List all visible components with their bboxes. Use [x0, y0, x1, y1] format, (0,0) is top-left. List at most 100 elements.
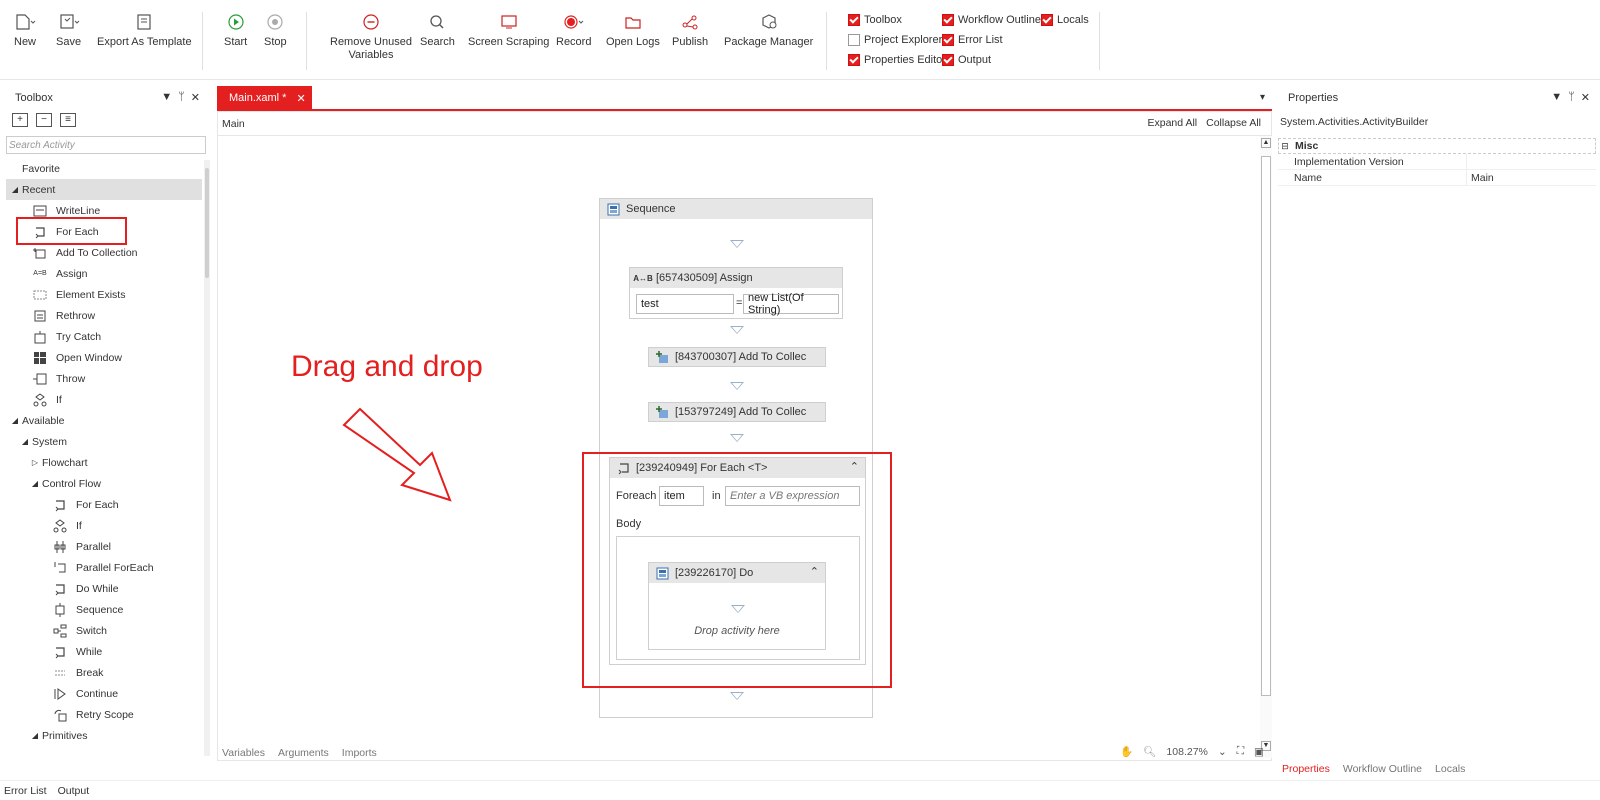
dropdown-icon[interactable]: ▼	[161, 91, 172, 104]
pin-icon[interactable]: ᛘ	[1568, 91, 1575, 104]
overview-icon[interactable]: ▣	[1254, 746, 1264, 758]
tree-item-throw[interactable]: Throw	[6, 368, 202, 389]
tree-item-sequence[interactable]: Sequence	[6, 599, 202, 620]
properties-category-misc[interactable]: ⊟ Misc	[1278, 138, 1596, 154]
toolbox-scrollbar[interactable]	[204, 160, 210, 756]
assign-activity[interactable]: A↔B [657430509] Assign test = new List(O…	[629, 267, 843, 319]
property-value[interactable]: Main	[1466, 169, 1494, 186]
publish-button[interactable]: Publish	[672, 8, 708, 49]
collapse-all-icon[interactable]: −	[36, 113, 52, 127]
output-checkbox[interactable]: Output	[942, 52, 991, 68]
collapse-all-link[interactable]: Collapse All	[1206, 117, 1261, 129]
search-button[interactable]: Search	[420, 8, 455, 49]
tab-main-xaml[interactable]: Main.xaml * ✕	[217, 86, 312, 110]
scrollbar-thumb[interactable]	[205, 168, 209, 278]
assign-value-input[interactable]: new List(Of String)	[743, 292, 839, 316]
tree-item-available[interactable]: ◢ Available	[6, 410, 202, 431]
property-value[interactable]	[1466, 153, 1471, 170]
expanded-triangle-icon: ◢	[31, 479, 39, 488]
breadcrumb-main[interactable]: Main	[222, 118, 245, 130]
tab-overflow-icon[interactable]: ▾	[1260, 92, 1265, 103]
expand-all-icon[interactable]: +	[12, 113, 28, 127]
tree-item-if[interactable]: If	[6, 389, 202, 410]
tree-item-break[interactable]: Break	[6, 662, 202, 683]
tab-locals[interactable]: Locals	[1435, 763, 1465, 775]
add-to-collection-activity-1[interactable]: [843700307] Add To Collec	[648, 347, 826, 367]
tab-arguments[interactable]: Arguments	[278, 747, 329, 759]
list-view-icon[interactable]: ≡	[60, 113, 76, 127]
tree-item-cf-for-each[interactable]: For Each	[6, 494, 202, 515]
assign-to-input[interactable]: test	[636, 294, 734, 314]
expand-all-link[interactable]: Expand All	[1148, 117, 1198, 129]
tree-item-flowchart[interactable]: ▷ Flowchart	[6, 452, 202, 473]
tree-item-continue[interactable]: Continue	[6, 683, 202, 704]
tree-item-while[interactable]: While	[6, 641, 202, 662]
tree-item-add-to-collection[interactable]: Add To Collection	[6, 242, 202, 263]
tree-item-assign[interactable]: A=B Assign	[6, 263, 202, 284]
stop-button[interactable]: Stop	[264, 8, 287, 49]
tree-item-favorite[interactable]: Favorite	[6, 158, 202, 179]
start-button[interactable]: Start	[224, 8, 247, 49]
locals-checkbox[interactable]: Locals	[1041, 12, 1089, 28]
drop-arrow-icon[interactable]	[730, 692, 744, 700]
tree-item-system[interactable]: ◢ System	[6, 431, 202, 452]
tab-output[interactable]: Output	[58, 785, 90, 797]
tree-item-do-while[interactable]: Do While	[6, 578, 202, 599]
toolbox-checkbox[interactable]: Toolbox	[848, 12, 902, 28]
close-icon[interactable]: ✕	[1581, 91, 1590, 104]
designer-scrollbar[interactable]: ▲ ▼	[1260, 136, 1272, 758]
open-logs-button[interactable]: Open Logs	[606, 8, 660, 49]
project-explorer-checkbox[interactable]: Project Explorer	[848, 32, 942, 48]
record-button[interactable]: Record	[556, 8, 591, 49]
close-tab-icon[interactable]: ✕	[296, 92, 305, 105]
pin-icon[interactable]: ᛘ	[178, 91, 185, 104]
tab-properties[interactable]: Properties	[1282, 763, 1330, 775]
screen-scraping-button[interactable]: Screen Scraping	[468, 8, 549, 49]
fit-to-screen-icon[interactable]: ⛶	[1237, 745, 1244, 758]
zoom-level[interactable]: 108.27%	[1166, 746, 1207, 758]
remove-unused-variables-button[interactable]: Remove Unused Variables	[330, 8, 412, 62]
scrollbar-thumb[interactable]	[1261, 156, 1271, 696]
close-icon[interactable]: ✕	[191, 91, 200, 104]
package-manager-button[interactable]: Package Manager	[724, 8, 813, 49]
tab-error-list[interactable]: Error List	[4, 785, 47, 797]
property-row[interactable]: Name Main	[1278, 169, 1596, 186]
drop-arrow-icon[interactable]	[730, 326, 744, 334]
tree-item-primitives[interactable]: ◢ Primitives	[6, 725, 202, 746]
zoom-search-icon[interactable]: 🔍︎	[1143, 745, 1156, 758]
tree-item-retry-scope[interactable]: Retry Scope	[6, 704, 202, 725]
property-row[interactable]: Implementation Version	[1278, 153, 1596, 170]
tree-item-control-flow[interactable]: ◢ Control Flow	[6, 473, 202, 494]
search-activity-input[interactable]: Search Activity	[6, 136, 206, 154]
checkbox-checked-icon	[942, 54, 954, 66]
workflow-outline-checkbox[interactable]: Workflow Outline	[942, 12, 1041, 28]
drop-arrow-icon[interactable]	[730, 382, 744, 390]
hand-pan-icon[interactable]: ✋	[1120, 745, 1133, 758]
save-button[interactable]: Save	[56, 8, 81, 49]
sequence-title: Sequence	[626, 203, 676, 215]
drop-arrow-icon[interactable]	[730, 240, 744, 248]
tree-item-element-exists[interactable]: Element Exists	[6, 284, 202, 305]
tree-item-open-window[interactable]: Open Window	[6, 347, 202, 368]
export-as-template-button[interactable]: Export As Template	[97, 8, 192, 49]
tab-variables[interactable]: Variables	[222, 747, 265, 759]
tree-item-switch[interactable]: Switch	[6, 620, 202, 641]
new-button[interactable]: New	[14, 8, 36, 49]
properties-editor-checkbox[interactable]: Properties Editor	[848, 52, 946, 68]
add-to-collection-activity-2[interactable]: [153797249] Add To Collec	[648, 402, 826, 422]
zoom-dropdown-icon[interactable]: ⌄	[1218, 746, 1227, 758]
tree-item-parallel[interactable]: Parallel	[6, 536, 202, 557]
save-icon	[58, 8, 80, 36]
collapse-category-icon[interactable]: ⊟	[1279, 141, 1291, 152]
drop-arrow-icon[interactable]	[730, 434, 744, 442]
error-list-checkbox[interactable]: Error List	[942, 32, 1003, 48]
tab-imports[interactable]: Imports	[342, 747, 377, 759]
tree-item-recent[interactable]: ◢ Recent	[6, 179, 202, 200]
tab-workflow-outline[interactable]: Workflow Outline	[1343, 763, 1422, 775]
tree-item-parallel-foreach[interactable]: Parallel ForEach	[6, 557, 202, 578]
tree-item-cf-if[interactable]: If	[6, 515, 202, 536]
tree-item-try-catch[interactable]: Try Catch	[6, 326, 202, 347]
dropdown-icon[interactable]: ▼	[1551, 91, 1562, 104]
scroll-up-icon[interactable]: ▲	[1261, 138, 1271, 148]
tree-item-rethrow[interactable]: Rethrow	[6, 305, 202, 326]
